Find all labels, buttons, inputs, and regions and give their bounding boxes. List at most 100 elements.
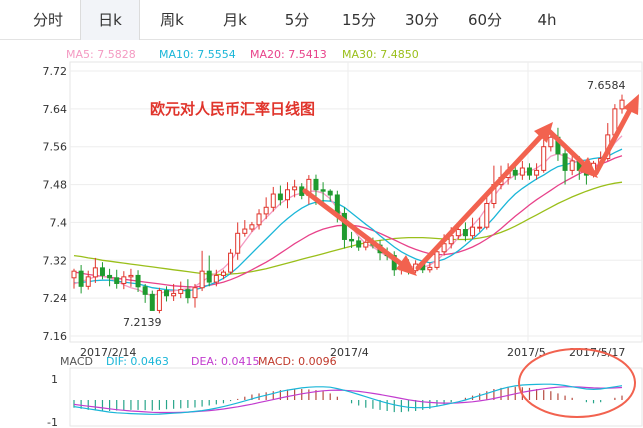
- ma5-legend: MA5: 7.5828: [66, 48, 136, 61]
- candle: [541, 139, 547, 173]
- candle-body: [192, 287, 198, 299]
- candle-body: [199, 270, 205, 289]
- candle-body: [349, 238, 355, 242]
- candle-body: [512, 169, 518, 176]
- candle-body: [135, 274, 141, 288]
- candle-body: [85, 276, 91, 287]
- candle-body: [228, 252, 234, 273]
- chart-title-annotation: 欧元对人民币汇率日线图: [150, 100, 315, 118]
- candle-body: [171, 292, 177, 297]
- candle-body: [541, 146, 547, 171]
- candle-body: [526, 167, 532, 176]
- macd-legend-title: MACD: [60, 355, 93, 368]
- candle-body: [462, 229, 468, 237]
- period-tabs: 分时 日k 周k 月k 5分 15分 30分 60分 4h: [0, 0, 643, 40]
- candle-body: [534, 169, 540, 176]
- candle: [107, 268, 113, 287]
- tab-30min[interactable]: 30分: [393, 0, 451, 40]
- tab-daily-k[interactable]: 日k: [80, 0, 140, 40]
- candle: [114, 269, 120, 289]
- candle-body: [427, 266, 433, 271]
- tab-4h[interactable]: 4h: [518, 0, 576, 40]
- tab-weekly-k[interactable]: 周k: [143, 0, 201, 40]
- candle-body: [128, 274, 134, 278]
- candle-body: [270, 193, 276, 208]
- candle: [149, 290, 155, 311]
- candle-body: [292, 186, 298, 191]
- candle-body: [121, 276, 127, 284]
- ma10-legend: MA10: 7.5554: [159, 48, 236, 61]
- candle-body: [256, 213, 262, 226]
- candle: [519, 160, 525, 180]
- y-tick-label: 7.48: [43, 179, 68, 192]
- tab-timeshare[interactable]: 分时: [18, 0, 78, 40]
- candle: [142, 283, 148, 303]
- candle-body: [242, 228, 248, 234]
- candle-body: [277, 193, 283, 201]
- candle-body: [434, 251, 440, 268]
- candle-body: [477, 226, 483, 229]
- tab-monthly-k[interactable]: 月k: [206, 0, 264, 40]
- candle-body: [455, 229, 461, 237]
- macd-panel-frame: [69, 367, 643, 427]
- candle-body: [149, 293, 155, 311]
- candle-body: [356, 240, 362, 248]
- candle-body: [327, 190, 333, 196]
- candle-body: [213, 274, 219, 283]
- min-price-label: 7.2139: [123, 316, 162, 329]
- y-axis: 7.72 7.64 7.56 7.48 7.4 7.32 7.24 7.16: [43, 65, 68, 343]
- candle-body: [235, 232, 241, 254]
- candle: [270, 186, 276, 212]
- y-tick-label: 7.72: [43, 65, 68, 78]
- trend-arrow-up-1: [415, 129, 548, 271]
- candle-body: [484, 203, 490, 228]
- candle: [199, 250, 205, 292]
- tab-5min[interactable]: 5分: [268, 0, 326, 40]
- highlight-ellipse: [518, 348, 636, 418]
- candle-body: [263, 206, 269, 215]
- candle-body: [548, 136, 554, 148]
- candle-body: [92, 267, 98, 278]
- candle: [164, 286, 170, 302]
- macd-tick-top: 1: [51, 373, 58, 386]
- candle: [178, 281, 184, 299]
- candle-body: [619, 99, 625, 110]
- x-gridlines: [347, 62, 529, 342]
- candle-body: [185, 289, 191, 299]
- candle-body: [519, 167, 525, 176]
- y-tick-label: 7.64: [43, 103, 68, 116]
- x-label-may17: 2017/5/17: [569, 346, 625, 359]
- ma30-legend: MA30: 7.4850: [342, 48, 419, 61]
- tab-15min[interactable]: 15分: [330, 0, 388, 40]
- macd-tick-bottom: -1: [47, 416, 58, 428]
- candle: [78, 265, 84, 294]
- candle-body: [313, 178, 319, 191]
- kline-chart[interactable]: MA5: 7.5828 MA10: 7.5554 MA20: 7.5413 MA…: [0, 40, 643, 428]
- candle-body: [164, 290, 170, 297]
- candle: [341, 207, 347, 249]
- candle: [555, 127, 561, 161]
- candle-body: [142, 286, 148, 295]
- candle-body: [320, 189, 326, 192]
- candle: [327, 189, 333, 202]
- candle-body: [334, 194, 340, 214]
- candle: [185, 279, 191, 304]
- candle: [92, 257, 98, 283]
- candle-body: [156, 290, 162, 311]
- macd-value-legend: MACD: 0.0096: [258, 355, 337, 368]
- candle-body: [107, 274, 113, 279]
- max-price-label: 7.6584: [587, 79, 626, 92]
- y-tick-label: 7.24: [43, 292, 68, 305]
- candle: [562, 146, 568, 185]
- y-tick-label: 7.56: [43, 141, 68, 154]
- candle-body: [99, 267, 105, 276]
- candle: [285, 182, 291, 209]
- candle: [85, 270, 91, 290]
- candle: [470, 217, 476, 239]
- candle: [462, 222, 468, 242]
- tab-60min[interactable]: 60分: [456, 0, 514, 40]
- candle-body: [178, 289, 184, 294]
- candle-body: [71, 270, 77, 279]
- candle-body: [562, 153, 568, 171]
- ma20-legend: MA20: 7.5413: [250, 48, 327, 61]
